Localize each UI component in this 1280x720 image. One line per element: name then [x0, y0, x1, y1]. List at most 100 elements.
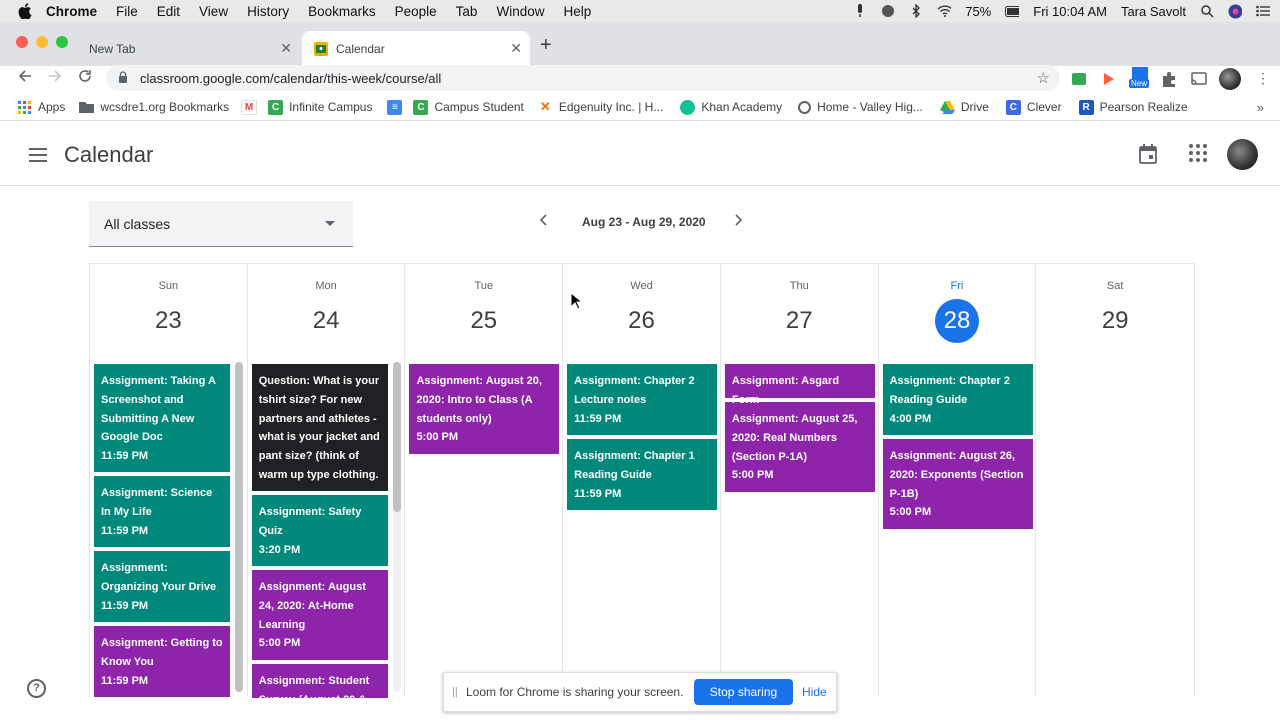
siri-icon[interactable] — [1228, 4, 1242, 18]
previous-week-button[interactable] — [539, 213, 547, 231]
bookmark-folder-wcsdre1[interactable]: wcsdre1.org Bookmarks — [79, 100, 229, 115]
next-week-button[interactable] — [735, 213, 743, 231]
minimize-window-button[interactable] — [36, 36, 48, 48]
tab-new-tab[interactable]: New Tab ✕ — [76, 31, 300, 66]
menubar-user[interactable]: Tara Savolt — [1121, 4, 1186, 19]
calendar-event[interactable]: Assignment: Getting to Know You 11:59 PM — [94, 626, 230, 697]
chrome-menu-icon[interactable]: ⋮ — [1256, 70, 1274, 88]
address-bar[interactable]: classroom.google.com/calendar/this-week/… — [106, 65, 1060, 91]
calendar-event[interactable]: Assignment: Chapter 2 Lecture notes 11:59… — [567, 364, 718, 435]
menubar-clock[interactable]: Fri 10:04 AM — [1033, 4, 1107, 19]
window-controls — [16, 36, 68, 48]
day-of-week: Thu — [789, 280, 809, 292]
bookmark-pearson-realize[interactable]: R Pearson Realize — [1078, 99, 1188, 115]
bluetooth-icon[interactable] — [909, 4, 923, 18]
wifi-icon[interactable] — [937, 4, 952, 18]
calendar-event[interactable]: Assignment: August 20, 2020: Intro to Cl… — [409, 364, 560, 454]
drag-handle-icon[interactable]: || — [452, 686, 466, 698]
calendar-event[interactable]: Assignment: Organizing Your Drive 11:59 P… — [94, 551, 230, 622]
lock-icon[interactable] — [118, 70, 132, 86]
tab-calendar[interactable]: Calendar ✕ — [302, 31, 530, 66]
profile-avatar[interactable] — [1219, 68, 1241, 90]
calendar-event[interactable]: Assignment: Asgard Form — [724, 364, 875, 406]
extensions-puzzle-icon[interactable] — [1160, 70, 1178, 88]
hide-banner-button[interactable]: Hide — [802, 685, 827, 699]
arrow-right-icon — [49, 70, 62, 82]
stop-sharing-button[interactable]: Stop sharing — [694, 679, 793, 705]
bookmark-gmail[interactable]: M — [241, 99, 263, 115]
menu-tab[interactable]: Tab — [456, 4, 478, 19]
extension-green-icon[interactable] — [1070, 70, 1088, 88]
bookmarks-overflow-icon[interactable]: » — [1257, 100, 1264, 115]
bookmark-khan-academy[interactable]: Khan Academy — [680, 99, 782, 115]
close-window-button[interactable] — [16, 36, 28, 48]
url-text[interactable]: classroom.google.com/calendar/this-week/… — [140, 71, 441, 86]
calendar-event[interactable]: Assignment: Chapter 2 Reading Guide 4:00 … — [882, 364, 1033, 435]
bookmark-star-icon[interactable]: ☆ — [1037, 69, 1050, 87]
menu-view[interactable]: View — [199, 4, 228, 19]
class-filter-select[interactable]: All classes — [89, 201, 353, 247]
bookmark-infinite-campus[interactable]: C Infinite Campus — [268, 99, 372, 115]
day-scrollbar[interactable] — [235, 362, 243, 692]
microphone-icon[interactable] — [853, 4, 867, 18]
day-number: 26 — [628, 307, 655, 334]
page-title: Calendar — [64, 142, 154, 167]
spotlight-search-icon[interactable] — [1200, 4, 1214, 18]
menu-app-name[interactable]: Chrome — [46, 4, 97, 19]
close-tab-icon[interactable]: ✕ — [510, 40, 522, 57]
new-badge: New — [1129, 79, 1150, 88]
bookmark-valley-high[interactable]: Home - Valley Hig... — [798, 100, 923, 114]
mouse-cursor-icon — [570, 292, 582, 310]
main-menu-button[interactable] — [29, 148, 47, 162]
maximize-window-button[interactable] — [56, 36, 68, 48]
menu-help[interactable]: Help — [563, 4, 591, 19]
loom-extension-icon[interactable] — [1100, 70, 1118, 88]
close-tab-icon[interactable]: ✕ — [280, 40, 292, 57]
cast-icon[interactable] — [1190, 70, 1208, 88]
menu-file[interactable]: File — [116, 4, 138, 19]
calendar-event[interactable]: Assignment: Student Survey (August 20 & … — [251, 664, 388, 698]
bookmark-edgenuity[interactable]: ✕ Edgenuity Inc. | H... — [537, 99, 663, 115]
menu-people[interactable]: People — [395, 4, 437, 19]
menu-edit[interactable]: Edit — [157, 4, 180, 19]
calendar-event[interactable]: Assignment: Chapter 1 Reading Guide 11:59… — [567, 439, 718, 510]
calendar-event[interactable]: Assignment: August 26, 2020: Exponents (… — [882, 439, 1033, 529]
account-avatar[interactable] — [1227, 139, 1258, 170]
back-button[interactable] — [18, 69, 32, 88]
menu-history[interactable]: History — [247, 4, 289, 19]
day-of-week: Fri — [950, 280, 964, 292]
apple-icon[interactable] — [18, 3, 34, 19]
day-column-wed: Wed 26 Assignment: Chapter 2 Lecture not… — [563, 264, 721, 697]
calendar-event[interactable]: Assignment: Science In My Life 11:59 PM — [94, 476, 230, 547]
bookmark-clever[interactable]: C Clever — [1005, 99, 1062, 115]
news-extension-icon[interactable]: New — [1129, 67, 1152, 91]
calendar-event[interactable]: Question: What is your tshirt size? For … — [251, 364, 388, 491]
calendar-event[interactable]: Assignment: Taking A Screenshot and Subm… — [94, 364, 230, 472]
calendar-icon[interactable] — [1139, 144, 1157, 164]
day-column-sun: Sun 23 Assignment: Taking A Screenshot a… — [90, 264, 248, 697]
menu-window[interactable]: Window — [496, 4, 544, 19]
help-button[interactable]: ? — [27, 679, 46, 698]
bookmark-drive[interactable]: Drive — [939, 100, 989, 115]
reload-button[interactable] — [78, 69, 92, 88]
calendar-event[interactable]: Assignment: August 24, 2020: At-Home Lea… — [251, 570, 388, 660]
bookmark-campus-student[interactable]: C Campus Student — [413, 99, 524, 115]
bookmark-google-docs[interactable]: ≡ — [387, 99, 408, 115]
loom-status-icon[interactable] — [881, 4, 895, 18]
google-drive-icon — [939, 100, 955, 115]
day-scrollbar[interactable] — [392, 362, 401, 692]
notification-center-icon[interactable] — [1256, 4, 1270, 18]
day-column-sat: Sat 29 — [1036, 264, 1194, 697]
calendar-event[interactable]: Assignment: August 25, 2020: Real Number… — [724, 402, 875, 492]
scrollbar-thumb[interactable] — [235, 362, 243, 692]
new-tab-button[interactable]: + — [540, 34, 552, 57]
battery-icon[interactable] — [1005, 4, 1020, 18]
scrollbar-thumb[interactable] — [392, 362, 401, 512]
campus-student-icon: C — [413, 99, 429, 115]
google-apps-icon[interactable] — [1189, 144, 1207, 162]
forward-button[interactable] — [48, 69, 62, 88]
bookmark-apps[interactable]: Apps — [17, 100, 65, 115]
edgenuity-icon: ✕ — [537, 99, 553, 115]
menu-bookmarks[interactable]: Bookmarks — [308, 4, 376, 19]
calendar-event[interactable]: Assignment: Safety Quiz 3:20 PM — [251, 495, 388, 566]
